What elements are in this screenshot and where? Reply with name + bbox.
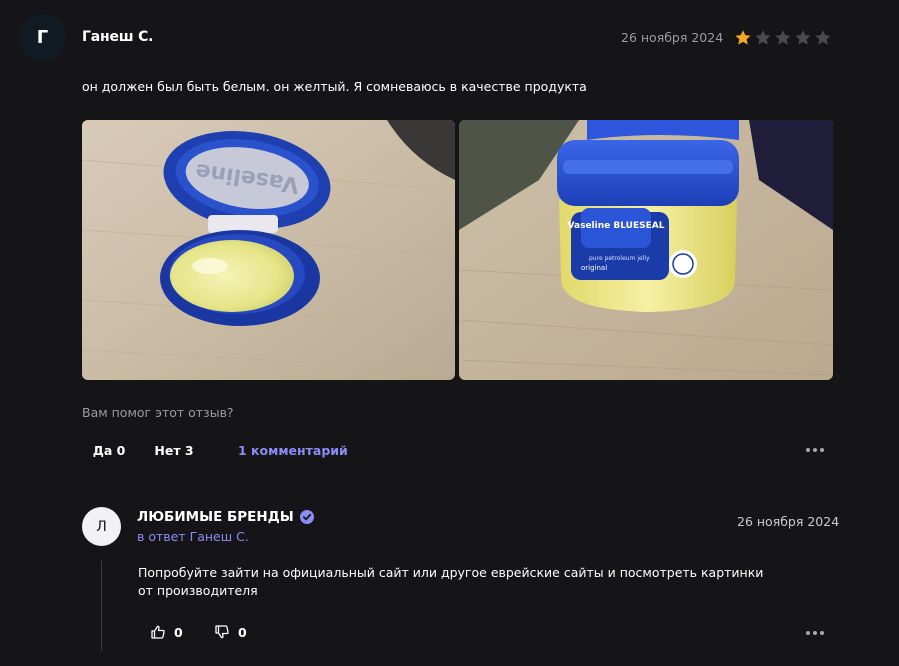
- thumbs-up-icon: [151, 625, 165, 639]
- reply-date: 26 ноября 2024: [737, 514, 840, 529]
- review-text: он должен был быть белым. он желтый. Я с…: [82, 79, 587, 94]
- review-author[interactable]: Ганеш С.: [82, 29, 153, 45]
- review-photo-2[interactable]: Vaseline BLUESEAL pure petroleum jelly o…: [459, 120, 833, 380]
- review-date: 26 ноября 2024: [621, 30, 724, 45]
- helpful-question: Вам помог этот отзыв?: [82, 405, 234, 420]
- star-icon: [735, 30, 751, 45]
- svg-text:pure petroleum jelly: pure petroleum jelly: [589, 255, 650, 262]
- vote-no-button[interactable]: Нет 3: [146, 436, 202, 464]
- rating-stars: [734, 29, 832, 47]
- verified-icon: [299, 510, 314, 524]
- like-button[interactable]: 0: [150, 624, 183, 640]
- reply-avatar[interactable]: Л: [82, 507, 121, 546]
- more-icon[interactable]: [806, 446, 828, 454]
- star-icon: [775, 30, 791, 45]
- svg-text:original: original: [581, 264, 607, 272]
- dislike-count: 0: [238, 624, 247, 640]
- vote-yes-button[interactable]: Да 0: [84, 436, 134, 464]
- avatar[interactable]: Г: [19, 14, 66, 61]
- comments-link[interactable]: 1 комментарий: [238, 443, 348, 458]
- reply-text: Попробуйте зайти на официальный сайт или…: [138, 565, 764, 598]
- reply-author-row: ЛЮБИМЫЕ БРЕНДЫ: [137, 509, 314, 525]
- reply-to-link[interactable]: в ответ Ганеш С.: [137, 529, 249, 544]
- dislike-button[interactable]: 0: [214, 624, 247, 640]
- jar-logo: Vaseline BLUESEAL: [568, 221, 665, 231]
- reply-thread-line: [101, 561, 102, 651]
- star-icon: [795, 30, 811, 45]
- review-photo-1[interactable]: Vaseline: [82, 120, 455, 380]
- more-icon[interactable]: [806, 629, 828, 637]
- like-count: 0: [174, 624, 183, 640]
- star-icon: [815, 30, 831, 45]
- reply-author[interactable]: ЛЮБИМЫЕ БРЕНДЫ: [137, 509, 294, 525]
- thumbs-down-icon: [215, 625, 229, 639]
- star-icon: [755, 30, 771, 45]
